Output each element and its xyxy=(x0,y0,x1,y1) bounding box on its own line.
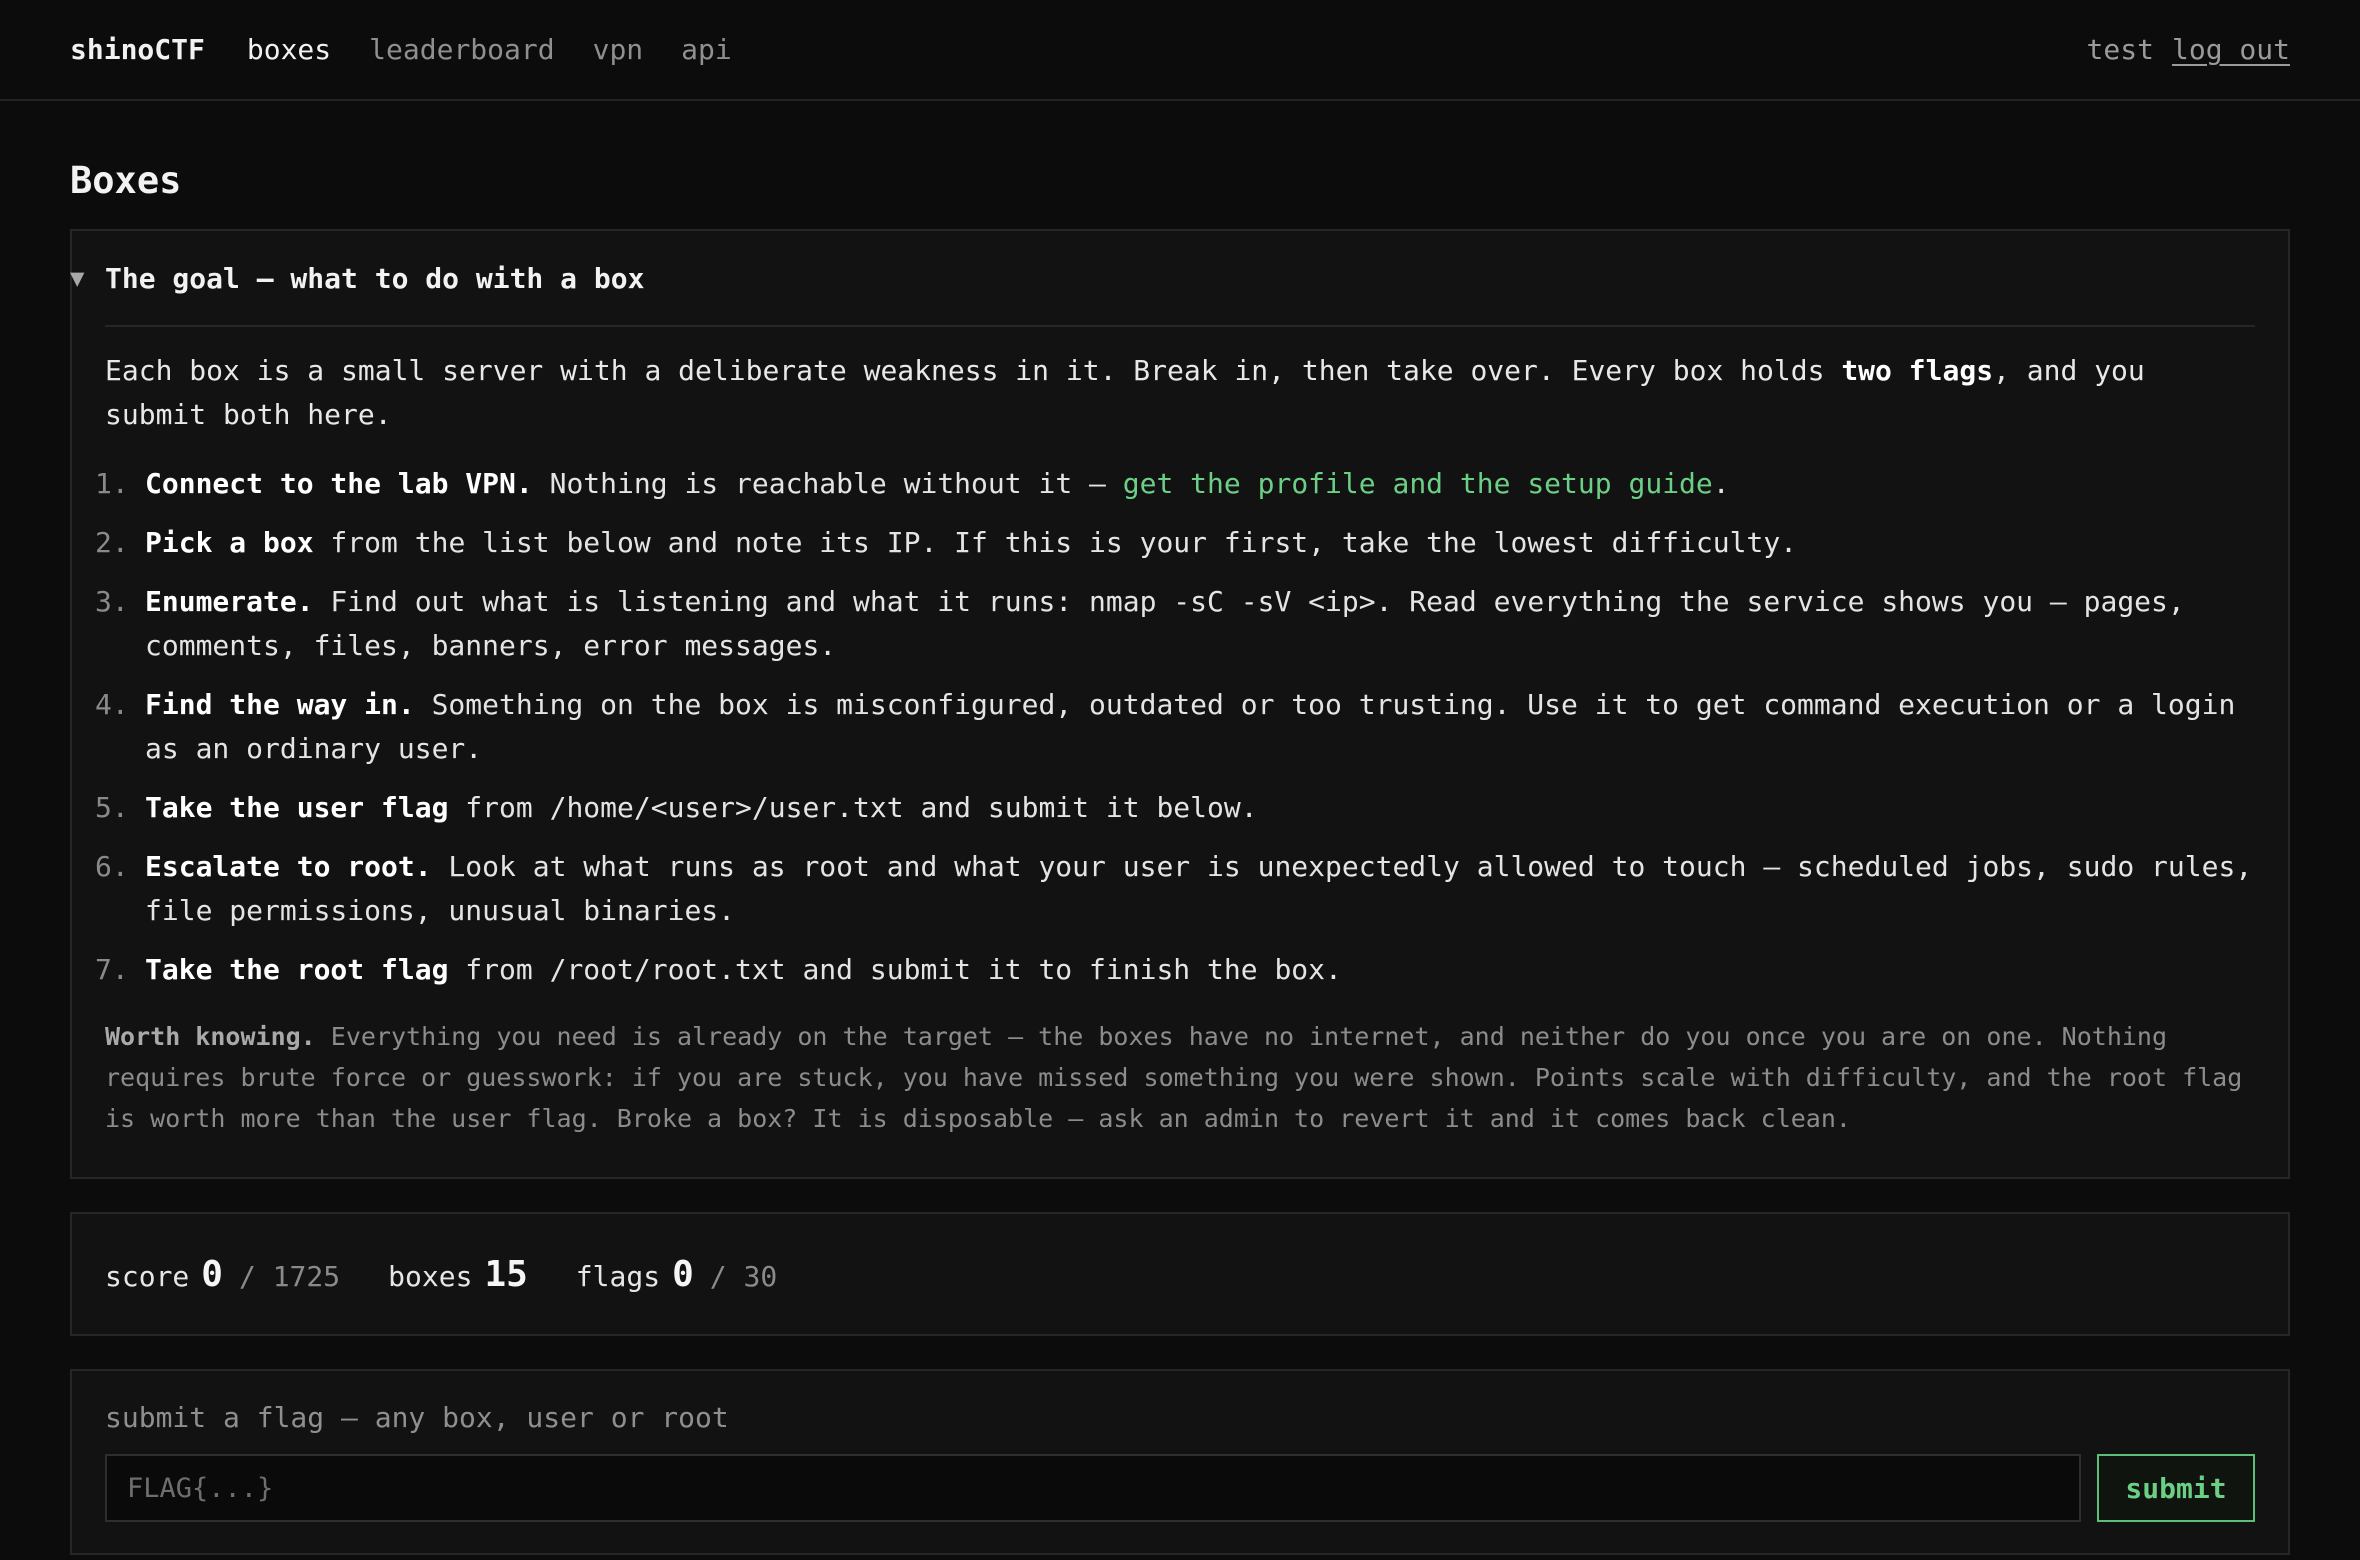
step-text: from /home/<user>/user.txt and submit it… xyxy=(448,791,1258,824)
goal-panel: ▼ The goal — what to do with a box Each … xyxy=(70,229,2290,1179)
boxes-value: 15 xyxy=(484,1253,528,1295)
step-title: Take the root flag xyxy=(145,953,449,986)
top-nav: shinoCTF boxes leaderboard vpn api test … xyxy=(0,0,2360,101)
nav-link-leaderboard[interactable]: leaderboard xyxy=(369,33,554,66)
step-number: 1. xyxy=(95,467,129,500)
username: test xyxy=(2086,33,2154,66)
flag-input[interactable] xyxy=(105,1454,2081,1522)
logout-link[interactable]: log out xyxy=(2172,33,2290,66)
intro-bold: two flags xyxy=(1841,354,1994,387)
step-text-after: . xyxy=(1712,467,1730,500)
intro-text-before: Each box is a small server with a delibe… xyxy=(105,354,1842,387)
step-number: 6. xyxy=(95,850,129,883)
worth-knowing-text: Everything you need is already on the ta… xyxy=(105,1022,2243,1133)
nav-link-api[interactable]: api xyxy=(681,33,732,66)
step-title: Connect to the lab VPN. xyxy=(145,467,533,500)
step-item: 7. Take the root flag from /root/root.txt… xyxy=(95,948,2255,992)
steps-list: 1. Connect to the lab VPN. Nothing is rea… xyxy=(95,462,2255,992)
nav-right: test log out xyxy=(2087,33,2290,66)
step-number: 7. xyxy=(95,953,129,986)
triangle-down-icon: ▼ xyxy=(70,264,85,292)
stats-panel: score 0 / 1725 boxes 15 flags 0 / 30 xyxy=(70,1212,2290,1336)
flags-value: 0 xyxy=(672,1253,694,1295)
nav-link-vpn[interactable]: vpn xyxy=(593,33,644,66)
goal-summary-toggle[interactable]: ▼ The goal — what to do with a box xyxy=(70,231,2255,327)
submit-flag-button[interactable]: submit xyxy=(2097,1454,2255,1522)
step-text: Nothing is reachable without it — xyxy=(532,467,1123,500)
step-text: Something on the box is misconfigured, o… xyxy=(145,688,2236,765)
worth-knowing-title: Worth knowing. xyxy=(105,1022,316,1051)
score-value: 0 xyxy=(201,1253,223,1295)
step-item: 4. Find the way in. Something on the box … xyxy=(95,683,2255,771)
boxes-label: boxes xyxy=(388,1259,473,1293)
flags-total: / 30 xyxy=(709,1259,778,1293)
page-title: Boxes xyxy=(70,159,182,202)
step-text: Look at what runs as root and what your … xyxy=(145,850,2253,927)
step-title: Find the way in. xyxy=(145,688,415,721)
submit-row: submit xyxy=(105,1454,2255,1522)
step-number: 4. xyxy=(95,688,129,721)
brand-logo[interactable]: shinoCTF xyxy=(70,33,205,66)
nav-link-boxes[interactable]: boxes xyxy=(247,33,331,66)
worth-knowing-note: Worth knowing. Everything you need is al… xyxy=(105,1016,2255,1139)
step-number: 2. xyxy=(95,526,129,559)
score-stat: score 0 / 1725 xyxy=(105,1254,340,1295)
step-title: Pick a box xyxy=(145,526,314,559)
step-item: 6. Escalate to root. Look at what runs as… xyxy=(95,845,2255,933)
goal-summary-label: The goal — what to do with a box xyxy=(105,261,645,295)
score-label: score xyxy=(105,1259,190,1293)
flags-label: flags xyxy=(575,1259,661,1293)
step-item: 5. Take the user flag from /home/<user>/u… xyxy=(95,786,2255,830)
flags-stat: flags 0 / 30 xyxy=(576,1254,777,1295)
boxes-stat: boxes 15 xyxy=(388,1254,528,1295)
step-title: Take the user flag xyxy=(145,791,449,824)
goal-intro: Each box is a small server with a delibe… xyxy=(105,349,2255,437)
step-item: 2. Pick a box from the list below and not… xyxy=(95,521,2255,565)
step-text: from the list below and note its IP. If … xyxy=(313,526,1798,559)
step-title: Escalate to root. xyxy=(145,850,432,883)
score-total: / 1725 xyxy=(238,1259,341,1293)
submit-flag-label: submit a flag — any box, user or root xyxy=(105,1401,729,1434)
step-number: 3. xyxy=(95,585,129,618)
step-text: Find out what is listening and what it r… xyxy=(145,585,2185,662)
step-item: 1. Connect to the lab VPN. Nothing is rea… xyxy=(95,462,2255,506)
vpn-guide-link[interactable]: get the profile and the setup guide xyxy=(1123,467,1713,500)
step-text: from /root/root.txt and submit it to fin… xyxy=(448,953,1342,986)
main-content: Boxes ▼ The goal — what to do with a box… xyxy=(0,101,2360,1555)
step-number: 5. xyxy=(95,791,129,824)
nav-left: shinoCTF boxes leaderboard vpn api xyxy=(70,33,770,66)
step-title: Enumerate. xyxy=(145,585,314,618)
step-item: 3. Enumerate. Find out what is listening … xyxy=(95,580,2255,668)
submit-flag-panel: submit a flag — any box, user or root su… xyxy=(70,1369,2290,1555)
